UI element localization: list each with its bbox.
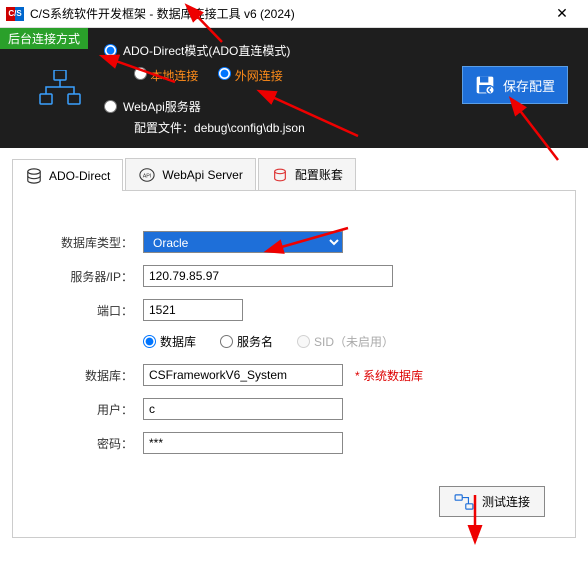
database-icon — [25, 168, 43, 184]
tab-ado-direct[interactable]: ADO-Direct — [12, 159, 123, 191]
server-input[interactable] — [143, 265, 393, 287]
conn-mode-badge: 后台连接方式 — [0, 28, 88, 49]
window-title: C/S系统软件开发框架 - 数据库连接工具 v6 (2024) — [30, 5, 542, 22]
link-icon — [454, 494, 474, 510]
app-icon: C/S — [6, 7, 24, 21]
radio-webapi[interactable] — [104, 100, 117, 113]
radio-sid — [297, 335, 310, 348]
radio-ado-direct[interactable] — [104, 44, 117, 57]
radio-local-conn-label: 本地连接 — [150, 69, 198, 83]
config-file-label: 配置文件： — [134, 121, 194, 135]
radio-service-label: 服务名 — [237, 333, 273, 350]
radio-webapi-label: WebApi服务器 — [123, 98, 201, 115]
radio-sid-wrap: SID（未启用） — [297, 333, 394, 350]
radio-external-conn-wrap[interactable]: 外网连接 — [218, 67, 282, 84]
radio-sid-label: SID（未启用） — [314, 333, 394, 350]
main-panel: ADO-Direct API WebApi Server 配置账套 数据库类型：… — [0, 148, 588, 550]
port-input[interactable] — [143, 299, 243, 321]
test-connection-button[interactable]: 测试连接 — [439, 486, 545, 517]
pwd-label: 密码： — [43, 435, 133, 452]
tab-body: 数据库类型： Oracle 服务器/IP： 端口： 数据库 服务名 SID（未启… — [12, 191, 576, 538]
port-label: 端口： — [43, 302, 133, 319]
db-input[interactable] — [143, 364, 343, 386]
server-label: 服务器/IP： — [43, 268, 133, 285]
save-config-label: 保存配置 — [503, 76, 555, 95]
radio-service-wrap[interactable]: 服务名 — [220, 333, 273, 350]
db-config-icon — [271, 167, 289, 183]
tab-account[interactable]: 配置账套 — [258, 158, 356, 190]
pwd-input[interactable] — [143, 432, 343, 454]
radio-local-conn[interactable] — [134, 67, 147, 80]
test-connection-label: 测试连接 — [482, 493, 530, 510]
network-icon — [38, 70, 82, 111]
dbtype-select[interactable]: Oracle — [143, 231, 343, 253]
db-hint: * 系统数据库 — [355, 367, 423, 384]
config-file-path: debug\config\db.json — [194, 121, 305, 135]
radio-local-conn-wrap[interactable]: 本地连接 — [134, 67, 198, 84]
titlebar: C/S C/S系统软件开发框架 - 数据库连接工具 v6 (2024) ✕ — [0, 0, 588, 28]
tab-webapi[interactable]: API WebApi Server — [125, 158, 255, 190]
tab-webapi-label: WebApi Server — [162, 168, 242, 182]
tab-ado-label: ADO-Direct — [49, 169, 110, 183]
header-panel: 后台连接方式 ADO-Direct模式(ADO直连模式) 本地连接 外网连接 — [0, 28, 588, 148]
radio-ado-direct-label: ADO-Direct模式(ADO直连模式) — [123, 42, 290, 59]
radio-external-conn[interactable] — [218, 67, 231, 80]
svg-text:API: API — [143, 173, 152, 179]
radio-dbname-label: 数据库 — [160, 333, 196, 350]
tab-account-label: 配置账套 — [295, 166, 343, 183]
save-config-button[interactable]: 保存配置 — [462, 66, 568, 104]
radio-service[interactable] — [220, 335, 233, 348]
radio-external-conn-label: 外网连接 — [235, 69, 283, 83]
radio-dbname-wrap[interactable]: 数据库 — [143, 333, 196, 350]
user-input[interactable] — [143, 398, 343, 420]
user-label: 用户： — [43, 401, 133, 418]
tabs: ADO-Direct API WebApi Server 配置账套 — [12, 158, 576, 191]
close-button[interactable]: ✕ — [542, 0, 582, 28]
save-icon — [475, 75, 495, 95]
dbtype-label: 数据库类型： — [43, 234, 133, 251]
db-label: 数据库： — [43, 367, 133, 384]
api-icon: API — [138, 167, 156, 183]
radio-dbname[interactable] — [143, 335, 156, 348]
